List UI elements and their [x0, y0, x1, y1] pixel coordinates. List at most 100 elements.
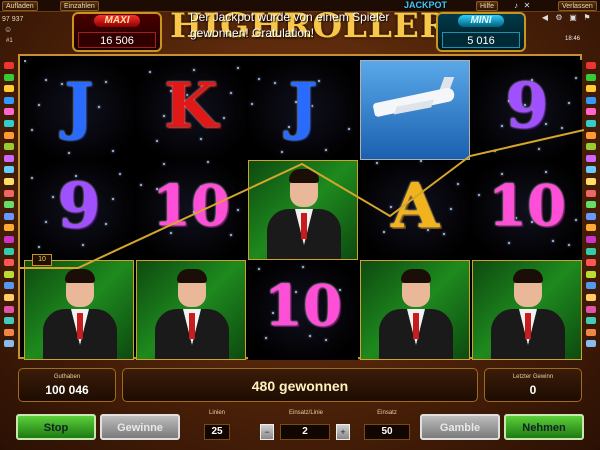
guthaben-panel: Guthaben 100 046: [18, 368, 116, 402]
line-marker-left: [4, 305, 14, 313]
highroller-man-symbol: [24, 260, 134, 360]
line-marker-left: [4, 259, 14, 267]
line-marker-left: [4, 270, 14, 278]
line-marker-left: [4, 328, 14, 336]
line-marker-left: [4, 294, 14, 301]
clock: 18:46: [565, 36, 581, 42]
line-marker-left: [4, 143, 14, 151]
nehmen-button[interactable]: Nehmen: [504, 414, 584, 440]
line-marker-right: [586, 340, 596, 348]
mini-label: MINI: [458, 15, 504, 27]
volume-icon[interactable]: ◀: [541, 14, 549, 22]
jackpot-message: Der Jackpot wurde von einem Spieler gewo…: [190, 10, 390, 40]
line-marker-left: [4, 120, 14, 127]
line-marker-right: [586, 189, 596, 197]
line-marker-left: [4, 178, 14, 185]
line-marker-right: [586, 131, 596, 139]
mini-jackpot: MINI 5 016: [436, 12, 526, 52]
einsatz-linie-label: Einsatz/Linie: [288, 410, 324, 416]
guthaben-value: 100 046: [45, 383, 89, 397]
line-marker-left: [4, 247, 14, 255]
letzter-gewinn-label: Letzter Gewinn: [512, 374, 554, 380]
line-marker-right: [586, 108, 596, 116]
line-marker-left: [4, 131, 14, 139]
reel-5-row-1: 9: [472, 60, 582, 160]
letzter-gewinn-panel: Letzter Gewinn 0: [484, 368, 582, 402]
aufladen-button[interactable]: Aufladen: [2, 1, 38, 11]
line-marker-left: [4, 62, 14, 69]
einzahlen-button[interactable]: Einzahlen: [60, 1, 99, 11]
reel-4-row-2: A: [360, 160, 470, 260]
mini-value: 5 016: [442, 32, 520, 48]
line-marker-left: [4, 201, 14, 209]
nine-symbol: 9: [57, 169, 101, 242]
line-marker-left: [4, 108, 14, 116]
settings-icon[interactable]: ⚙: [555, 14, 563, 22]
line-marker-right: [586, 270, 596, 278]
line-marker-right: [586, 328, 596, 336]
highroller-man-symbol: [248, 160, 358, 260]
stop-button[interactable]: Stop: [16, 414, 96, 440]
line-marker-right: [586, 236, 596, 243]
jet-plane-symbol: [360, 60, 470, 160]
line-marker-left: [4, 236, 14, 243]
maxi-label: MAXI: [94, 15, 140, 27]
balance-readout: 97 937: [2, 16, 24, 23]
reel-5-row-2: 10: [472, 160, 582, 260]
line-marker-left: [4, 154, 14, 162]
line-marker-left: [4, 166, 14, 174]
line-marker-right: [586, 305, 596, 313]
jack-symbol: J: [64, 69, 94, 142]
line-marker-right: [586, 120, 596, 127]
reel-1-row-1: J: [24, 60, 134, 160]
line-marker-right: [586, 178, 596, 185]
highroller-man-symbol: [136, 260, 246, 360]
hilfe-button[interactable]: Hilfe: [476, 1, 499, 11]
reel-area: 10 J 9 K 10 J 10 A 9 10: [18, 54, 584, 360]
letzter-gewinn-value: 0: [529, 383, 537, 397]
line-marker-left: [4, 73, 14, 81]
line-marker-right: [586, 294, 596, 301]
gewinne-button[interactable]: Gewinne: [100, 414, 180, 440]
reel-1-row-2: 9: [24, 160, 134, 260]
mute-icon[interactable]: ✕: [523, 2, 531, 10]
line-marker-left: [4, 224, 14, 232]
line-marker-right: [586, 62, 596, 69]
user-icon: ☺: [4, 25, 13, 34]
line-marker-right: [586, 212, 596, 220]
guthaben-label: Guthaben: [53, 374, 81, 380]
line-marker-right: [586, 282, 596, 290]
einsatz-label: Einsatz: [377, 410, 397, 416]
king-symbol: K: [164, 69, 218, 142]
line-marker-right: [586, 85, 596, 93]
verlassen-button[interactable]: Verlassen: [558, 1, 597, 11]
line-marker-right: [586, 224, 596, 232]
maxi-value: 16 506: [78, 32, 156, 48]
sound-icon[interactable]: ♪: [512, 2, 520, 10]
reel-3-row-3: 10: [248, 260, 358, 360]
gamble-button[interactable]: Gamble: [420, 414, 500, 440]
line-marker-left: [4, 282, 14, 290]
ten-symbol: 10: [152, 173, 230, 239]
ten-symbol: 10: [264, 273, 342, 339]
win-message-panel: 480 gewonnen: [122, 368, 478, 402]
line-marker-left: [4, 212, 14, 220]
line-marker-right: [586, 166, 596, 174]
line-marker-right: [586, 317, 596, 325]
ace-symbol: A: [390, 169, 440, 242]
fullscreen-icon[interactable]: ▣: [569, 14, 577, 22]
reel-2-row-1: K: [136, 60, 246, 160]
line-marker-left: [4, 189, 14, 197]
line-marker-left: [4, 340, 14, 348]
linien-label: Linien: [208, 410, 225, 416]
flag-icon[interactable]: ⚑: [583, 14, 591, 22]
highroller-man-symbol: [360, 260, 470, 360]
einsatz-plus-button[interactable]: +: [336, 424, 350, 440]
line-marker-right: [586, 247, 596, 255]
line-marker-right: [586, 201, 596, 209]
einsatz-value: 50: [364, 424, 410, 440]
player-id: #1: [6, 38, 13, 44]
einsatz-minus-button[interactable]: −: [260, 424, 274, 440]
reel-2-row-2: 10: [136, 160, 246, 260]
line-marker-left: [4, 317, 14, 325]
